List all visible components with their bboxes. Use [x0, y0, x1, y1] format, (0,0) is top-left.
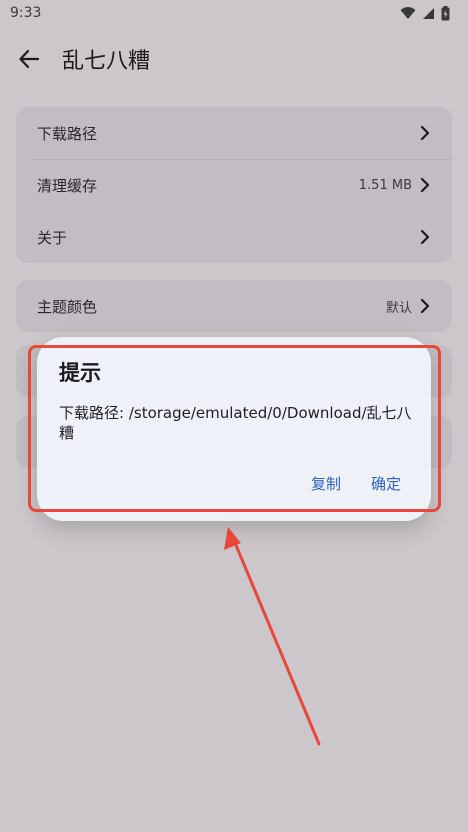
chevron-right-icon [420, 177, 430, 193]
back-button[interactable] [0, 30, 58, 88]
settings-card-theme: 主题颜色 默认 [16, 280, 452, 332]
settings-row-clear-cache[interactable]: 清理缓存 1.51 MB [16, 159, 452, 211]
settings-row-theme-color[interactable]: 主题颜色 默认 [16, 280, 452, 332]
settings-row-about[interactable]: 关于 [16, 211, 452, 263]
annotation-highlight-box [28, 345, 441, 512]
arrow-left-icon [19, 49, 40, 69]
settings-row-label: 下载路径 [37, 124, 98, 143]
app-bar: 乱七八糟 [0, 30, 468, 88]
settings-row-label: 关于 [37, 228, 68, 247]
status-time: 9:33 [10, 5, 42, 21]
divider [32, 159, 452, 160]
status-icons [400, 5, 450, 21]
signal-icon [423, 7, 434, 19]
settings-row-label: 主题颜色 [37, 297, 98, 316]
wifi-icon [400, 7, 416, 19]
settings-row-label: 清理缓存 [37, 176, 98, 195]
settings-card-general: 下载路径 清理缓存 1.51 MB 关于 [16, 107, 452, 263]
chevron-right-icon [420, 125, 430, 141]
battery-icon [441, 5, 450, 20]
theme-color-value: 默认 [385, 300, 412, 316]
settings-row-download-path[interactable]: 下载路径 [16, 107, 452, 159]
cache-size-value: 1.51 MB [358, 177, 412, 193]
chevron-right-icon [420, 229, 430, 245]
chevron-right-icon [420, 298, 430, 314]
page-title: 乱七八糟 [62, 49, 151, 74]
status-bar: 9:33 [0, 0, 468, 26]
